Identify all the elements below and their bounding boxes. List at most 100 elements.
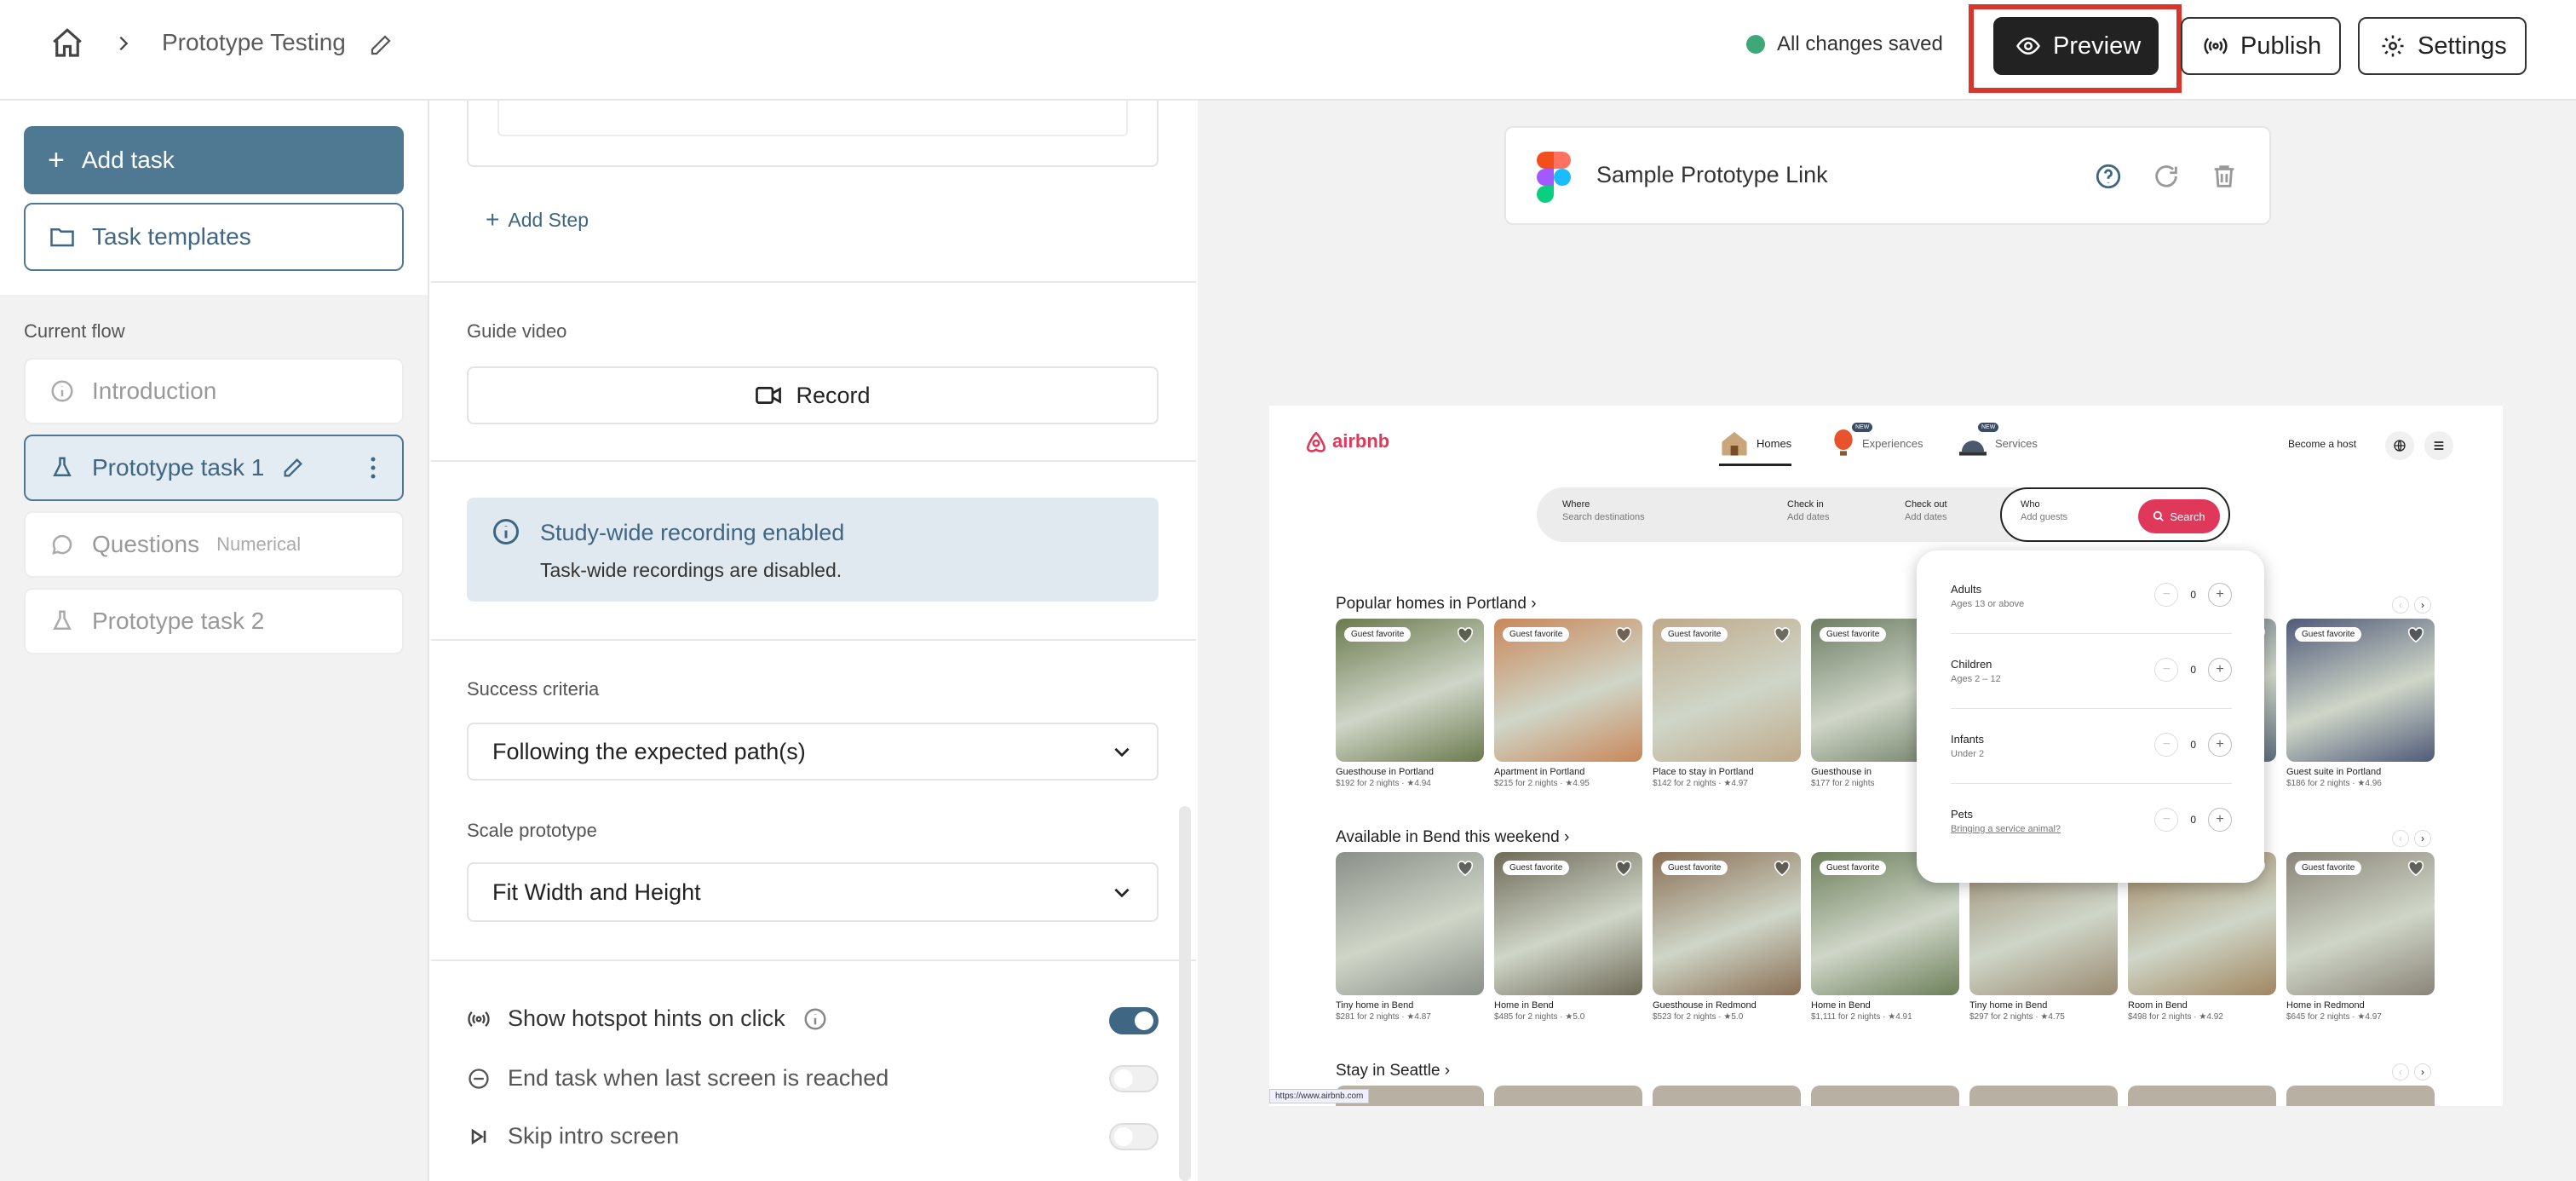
divider bbox=[431, 281, 1196, 283]
listing-title: Guest suite in Portland bbox=[2286, 767, 2382, 777]
toggle-label: Skip intro screen bbox=[508, 1123, 680, 1149]
listing-photo[interactable] bbox=[1653, 1086, 1801, 1106]
listing-photo[interactable]: Guest favorite bbox=[1494, 852, 1642, 995]
heart-icon[interactable] bbox=[1457, 861, 1474, 876]
add-step-button[interactable]: + Add Step bbox=[486, 206, 589, 233]
heart-icon[interactable] bbox=[1615, 861, 1632, 876]
decrement-button[interactable]: − bbox=[2154, 658, 2179, 682]
refresh-icon[interactable] bbox=[2152, 162, 2181, 191]
decrement-button[interactable]: − bbox=[2154, 583, 2179, 607]
guest-count: 0 bbox=[2190, 814, 2196, 826]
listing-photo[interactable] bbox=[1811, 1086, 1959, 1106]
success-criteria-value: Following the expected path(s) bbox=[492, 738, 806, 764]
listing-card[interactable]: Guest favorite Guest suite in Portland $18… bbox=[2286, 619, 2435, 788]
record-button[interactable]: Record bbox=[467, 366, 1159, 424]
listing-card[interactable]: Tiny home in Bend $281 for 2 nights · ★4.… bbox=[1336, 852, 1484, 1022]
listing-card[interactable]: Guest favorite Guesthouse in Portland $192… bbox=[1336, 619, 1484, 788]
prototype-screen[interactable]: airbnb Homes Experiences NEW Services NE… bbox=[1269, 406, 2503, 1106]
heart-icon[interactable] bbox=[1615, 627, 1632, 642]
heart-icon[interactable] bbox=[2407, 627, 2424, 642]
listing-card[interactable]: Guest favorite Guesthouse in Redmond $523 … bbox=[1653, 852, 1801, 1022]
help-icon[interactable] bbox=[2094, 162, 2123, 191]
eye-icon bbox=[2015, 33, 2041, 59]
nav-experiences[interactable]: Experiences NEW bbox=[1831, 423, 1923, 457]
task-templates-button[interactable]: Task templates bbox=[24, 203, 404, 271]
listing-photo[interactable]: Guest favorite bbox=[1336, 619, 1484, 762]
listing-price: $142 for 2 nights · ★4.97 bbox=[1653, 779, 1748, 788]
nav-label: Homes bbox=[1757, 436, 1792, 450]
chevron-right-icon[interactable]: › bbox=[2414, 596, 2431, 614]
heart-icon[interactable] bbox=[2407, 861, 2424, 876]
listing-photo[interactable] bbox=[1336, 852, 1484, 995]
heart-icon[interactable] bbox=[1457, 627, 1474, 642]
increment-button[interactable]: + bbox=[2208, 733, 2232, 757]
nav-services[interactable]: Services NEW bbox=[1958, 423, 2038, 457]
globe-icon[interactable] bbox=[2385, 431, 2414, 460]
listing-card[interactable]: Guest favorite Home in Bend $485 for 2 nig… bbox=[1494, 852, 1642, 1022]
guest-row: Infants Under 2−0 + bbox=[1951, 716, 2232, 784]
search-who[interactable]: Who Add guests Search bbox=[2000, 487, 2230, 542]
search-where[interactable]: Where Search destinations bbox=[1562, 499, 1645, 522]
flow-item-introduction[interactable]: Introduction bbox=[24, 358, 404, 424]
chevron-left-icon[interactable]: ‹ bbox=[2392, 1063, 2409, 1080]
search-checkin[interactable]: Check in Add dates bbox=[1787, 499, 1830, 522]
skip-intro-toggle[interactable] bbox=[1109, 1123, 1159, 1150]
listing-photo[interactable] bbox=[2128, 1086, 2276, 1106]
listing-photo[interactable]: Guest favorite bbox=[1653, 852, 1801, 995]
decrement-button[interactable]: − bbox=[2154, 733, 2179, 757]
search-checkout[interactable]: Check out Add dates bbox=[1905, 499, 1947, 522]
section-title[interactable]: Popular homes in Portland › bbox=[1336, 595, 1537, 614]
nav-homes[interactable]: Homes bbox=[1719, 429, 1792, 466]
increment-button[interactable]: + bbox=[2208, 583, 2232, 607]
divider bbox=[431, 639, 1196, 641]
section-title[interactable]: Available in Bend this weekend › bbox=[1336, 828, 1569, 847]
listing-photo[interactable] bbox=[1494, 1086, 1642, 1106]
listing-price: $645 for 2 nights · ★4.97 bbox=[2286, 1012, 2382, 1022]
flow-item-prototype-task-2[interactable]: Prototype task 2 bbox=[24, 588, 404, 654]
listing-title: Room in Bend bbox=[2128, 1000, 2188, 1011]
listing-card[interactable]: Guest favorite Place to stay in Portland $… bbox=[1653, 619, 1801, 788]
chevron-right-icon[interactable]: › bbox=[2414, 1063, 2431, 1080]
search-button[interactable]: Search bbox=[2138, 499, 2220, 533]
flow-item-prototype-task-1[interactable]: Prototype task 1 bbox=[24, 435, 404, 501]
scrollbar[interactable] bbox=[1179, 806, 1191, 1181]
decrement-button[interactable]: − bbox=[2154, 808, 2179, 832]
section-title[interactable]: Stay in Seattle › bbox=[1336, 1062, 1450, 1080]
trash-icon[interactable] bbox=[2210, 162, 2239, 191]
add-task-button[interactable]: + Add task bbox=[24, 126, 404, 194]
listing-photo[interactable]: Guest favorite bbox=[2286, 852, 2435, 995]
end-task-toggle[interactable] bbox=[1109, 1065, 1159, 1092]
airbnb-logo[interactable]: airbnb bbox=[1305, 429, 1389, 453]
preview-button[interactable]: Preview bbox=[1993, 17, 2159, 75]
become-host-link[interactable]: Become a host bbox=[2288, 438, 2356, 450]
edit-icon[interactable] bbox=[281, 456, 305, 480]
increment-button[interactable]: + bbox=[2208, 808, 2232, 832]
listing-photo[interactable]: Guest favorite bbox=[2286, 619, 2435, 762]
menu-icon[interactable] bbox=[2424, 431, 2453, 460]
hotspot-hints-toggle[interactable] bbox=[1109, 1007, 1159, 1034]
flow-item-questions[interactable]: Questions Numerical bbox=[24, 511, 404, 578]
settings-button[interactable]: Settings bbox=[2358, 17, 2527, 75]
heart-icon[interactable] bbox=[1774, 627, 1791, 642]
info-icon[interactable] bbox=[802, 1006, 828, 1032]
home-icon[interactable] bbox=[49, 26, 85, 61]
chevron-right-icon[interactable]: › bbox=[2414, 830, 2431, 847]
listing-card[interactable]: Guest favorite Home in Redmond $645 for 2 … bbox=[2286, 852, 2435, 1022]
publish-button[interactable]: Publish bbox=[2181, 17, 2341, 75]
scale-prototype-select[interactable]: Fit Width and Height bbox=[467, 862, 1159, 922]
chevron-left-icon[interactable]: ‹ bbox=[2392, 596, 2409, 614]
edit-icon[interactable] bbox=[368, 32, 394, 58]
chevron-left-icon[interactable]: ‹ bbox=[2392, 830, 2409, 847]
listing-title: Guesthouse in Portland bbox=[1336, 767, 1434, 777]
listing-price: $485 for 2 nights · ★5.0 bbox=[1494, 1012, 1585, 1022]
listing-card[interactable]: Guest favorite Apartment in Portland $215 … bbox=[1494, 619, 1642, 788]
heart-icon[interactable] bbox=[1774, 861, 1791, 876]
listing-photo[interactable] bbox=[2286, 1086, 2435, 1106]
increment-button[interactable]: + bbox=[2208, 658, 2232, 682]
step-input[interactable] bbox=[497, 101, 1128, 136]
listing-photo[interactable]: Guest favorite bbox=[1494, 619, 1642, 762]
success-criteria-select[interactable]: Following the expected path(s) bbox=[467, 723, 1159, 781]
listing-photo[interactable]: Guest favorite bbox=[1653, 619, 1801, 762]
more-vertical-icon[interactable] bbox=[368, 455, 378, 481]
listing-photo[interactable] bbox=[1969, 1086, 2118, 1106]
